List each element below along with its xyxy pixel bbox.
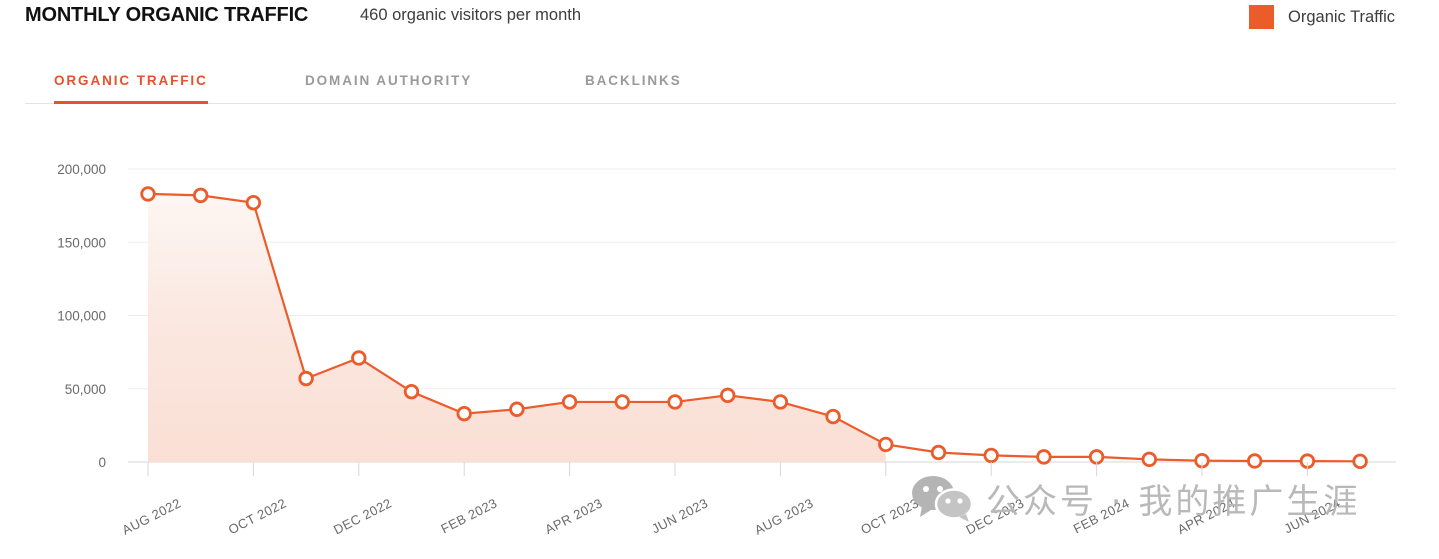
data-point-marker[interactable] xyxy=(1141,451,1158,468)
x-axis-tick-label: JUN 2024 xyxy=(1282,495,1343,536)
data-point-marker[interactable] xyxy=(456,405,472,422)
data-point-marker[interactable] xyxy=(667,394,683,410)
data-point-marker[interactable] xyxy=(983,447,999,464)
x-axis-tick-label: FEB 2023 xyxy=(438,495,499,536)
x-axis-tick-label: FEB 2024 xyxy=(1071,495,1132,536)
y-axis-labels: 0 50,000 100,000 150,000 200,000 xyxy=(57,162,106,470)
data-point-marker[interactable] xyxy=(403,383,420,400)
x-axis-tick-label: AUG 2023 xyxy=(752,495,816,537)
x-axis-tick-label: DEC 2022 xyxy=(331,495,394,537)
y-axis-tick-label: 50,000 xyxy=(65,382,106,397)
legend-color-swatch xyxy=(1249,5,1275,29)
data-point-marker[interactable] xyxy=(1246,453,1263,469)
y-axis-tick-label: 150,000 xyxy=(57,235,106,250)
page-title: MONTHLY ORGANIC TRAFFIC xyxy=(25,4,309,26)
tab-organic-traffic[interactable]: ORGANIC TRAFFIC xyxy=(54,73,208,104)
legend-label: Organic Traffic xyxy=(1288,7,1395,26)
y-axis-tick-label: 0 xyxy=(98,455,106,470)
traffic-summary-text: 460 organic visitors per month xyxy=(360,6,582,24)
data-point-marker[interactable] xyxy=(772,394,789,410)
chart-legend: Organic Traffic xyxy=(1249,5,1395,29)
data-point-marker[interactable] xyxy=(1088,449,1105,465)
data-point-marker[interactable] xyxy=(561,394,578,410)
tab-bar: ORGANIC TRAFFIC DOMAIN AUTHORITY BACKLIN… xyxy=(0,72,1439,104)
x-axis-labels: AUG 2022 OCT 2022 DEC 2022 FEB 2023 APR 2023… xyxy=(120,495,1343,537)
data-point-marker[interactable] xyxy=(930,444,947,461)
data-point-marker[interactable] xyxy=(192,187,209,204)
x-axis-tick-label: APR 2024 xyxy=(1175,495,1237,537)
data-point-marker[interactable] xyxy=(1352,453,1368,470)
y-axis-tick-label: 200,000 xyxy=(57,162,106,177)
data-point-marker[interactable] xyxy=(298,370,314,387)
data-point-marker[interactable] xyxy=(720,387,736,404)
data-point-marker[interactable] xyxy=(509,401,525,417)
x-axis-tick-label: DEC 2023 xyxy=(963,495,1026,537)
y-axis-tick-label: 100,000 xyxy=(57,309,106,324)
x-axis-tick-label: OCT 2022 xyxy=(226,495,289,537)
data-point-marker[interactable] xyxy=(878,436,894,453)
area-fill-path xyxy=(148,193,886,462)
organic-traffic-chart: 0 50,000 100,000 150,000 200,000 AUG 2022 OCT… xyxy=(0,104,1439,559)
widget-header: MONTHLY ORGANIC TRAFFIC 460 organic visi… xyxy=(0,0,1439,62)
data-point-marker[interactable] xyxy=(351,350,367,366)
tab-domain-authority[interactable]: DOMAIN AUTHORITY xyxy=(305,73,472,104)
x-axis-ticks xyxy=(147,462,1308,476)
data-point-marker[interactable] xyxy=(614,394,631,410)
x-axis-tick-label: JUN 2023 xyxy=(649,495,710,536)
data-point-marker[interactable] xyxy=(1036,449,1052,465)
data-point-marker[interactable] xyxy=(140,186,156,202)
tab-backlinks[interactable]: BACKLINKS xyxy=(585,73,682,104)
data-point-marker[interactable] xyxy=(245,194,262,211)
chart-canvas: 0 50,000 100,000 150,000 200,000 AUG 2022 OCT… xyxy=(57,162,1396,538)
chart-area-fill xyxy=(148,193,886,462)
organic-traffic-widget: MONTHLY ORGANIC TRAFFIC 460 organic visi… xyxy=(0,0,1439,559)
x-axis-tick-label: OCT 2023 xyxy=(858,495,921,537)
x-axis-tick-label: AUG 2022 xyxy=(120,495,184,537)
x-axis-tick-label: APR 2023 xyxy=(542,495,604,537)
data-point-marker[interactable] xyxy=(825,408,841,425)
